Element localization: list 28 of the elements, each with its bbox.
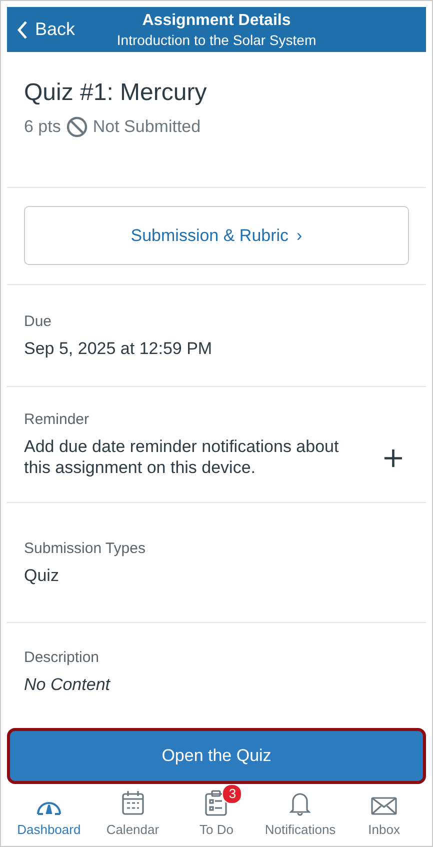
reminder-text: Add due date reminder notifications about this assignment on this device. <box>24 436 340 478</box>
section-value: Sep 5, 2025 at 12:59 PM <box>24 338 214 359</box>
screen-title: Assignment Details <box>142 10 291 30</box>
description-text: No Content <box>24 674 112 696</box>
calendar-icon <box>120 790 145 816</box>
clipboard-icon <box>204 790 228 816</box>
section-label: Submission Types <box>24 540 146 557</box>
prohibited-icon <box>66 116 88 138</box>
assignment-title: Quiz #1: Mercury <box>24 78 208 108</box>
chevron-left-icon <box>17 20 27 38</box>
add-reminder-button[interactable]: + <box>378 440 409 474</box>
section-label: Reminder <box>24 411 90 428</box>
count-badge: 3 <box>222 784 242 804</box>
tab-bar-item[interactable]: Calendar <box>90 788 175 837</box>
submission-rubric-button[interactable]: Submission & Rubric › <box>24 206 409 266</box>
tab-bar-item[interactable]: Notifications <box>258 788 342 837</box>
envelope-icon <box>371 796 398 816</box>
section-value: Quiz <box>24 564 60 586</box>
open-quiz-button[interactable]: Open the Quiz <box>7 728 426 784</box>
section-label: Due <box>24 312 53 330</box>
course-subtitle: Introduction to the Solar System <box>116 30 316 48</box>
submission-status: Not Submitted <box>92 117 201 137</box>
section-label: Description <box>24 649 100 666</box>
points-text: 6 pts <box>24 117 61 137</box>
back-button[interactable]: Back <box>13 7 80 52</box>
tab-bar-item[interactable]: Dashboard <box>7 788 91 837</box>
tab-bar-item[interactable]: Inbox <box>342 788 426 837</box>
gauge-icon <box>36 800 62 816</box>
